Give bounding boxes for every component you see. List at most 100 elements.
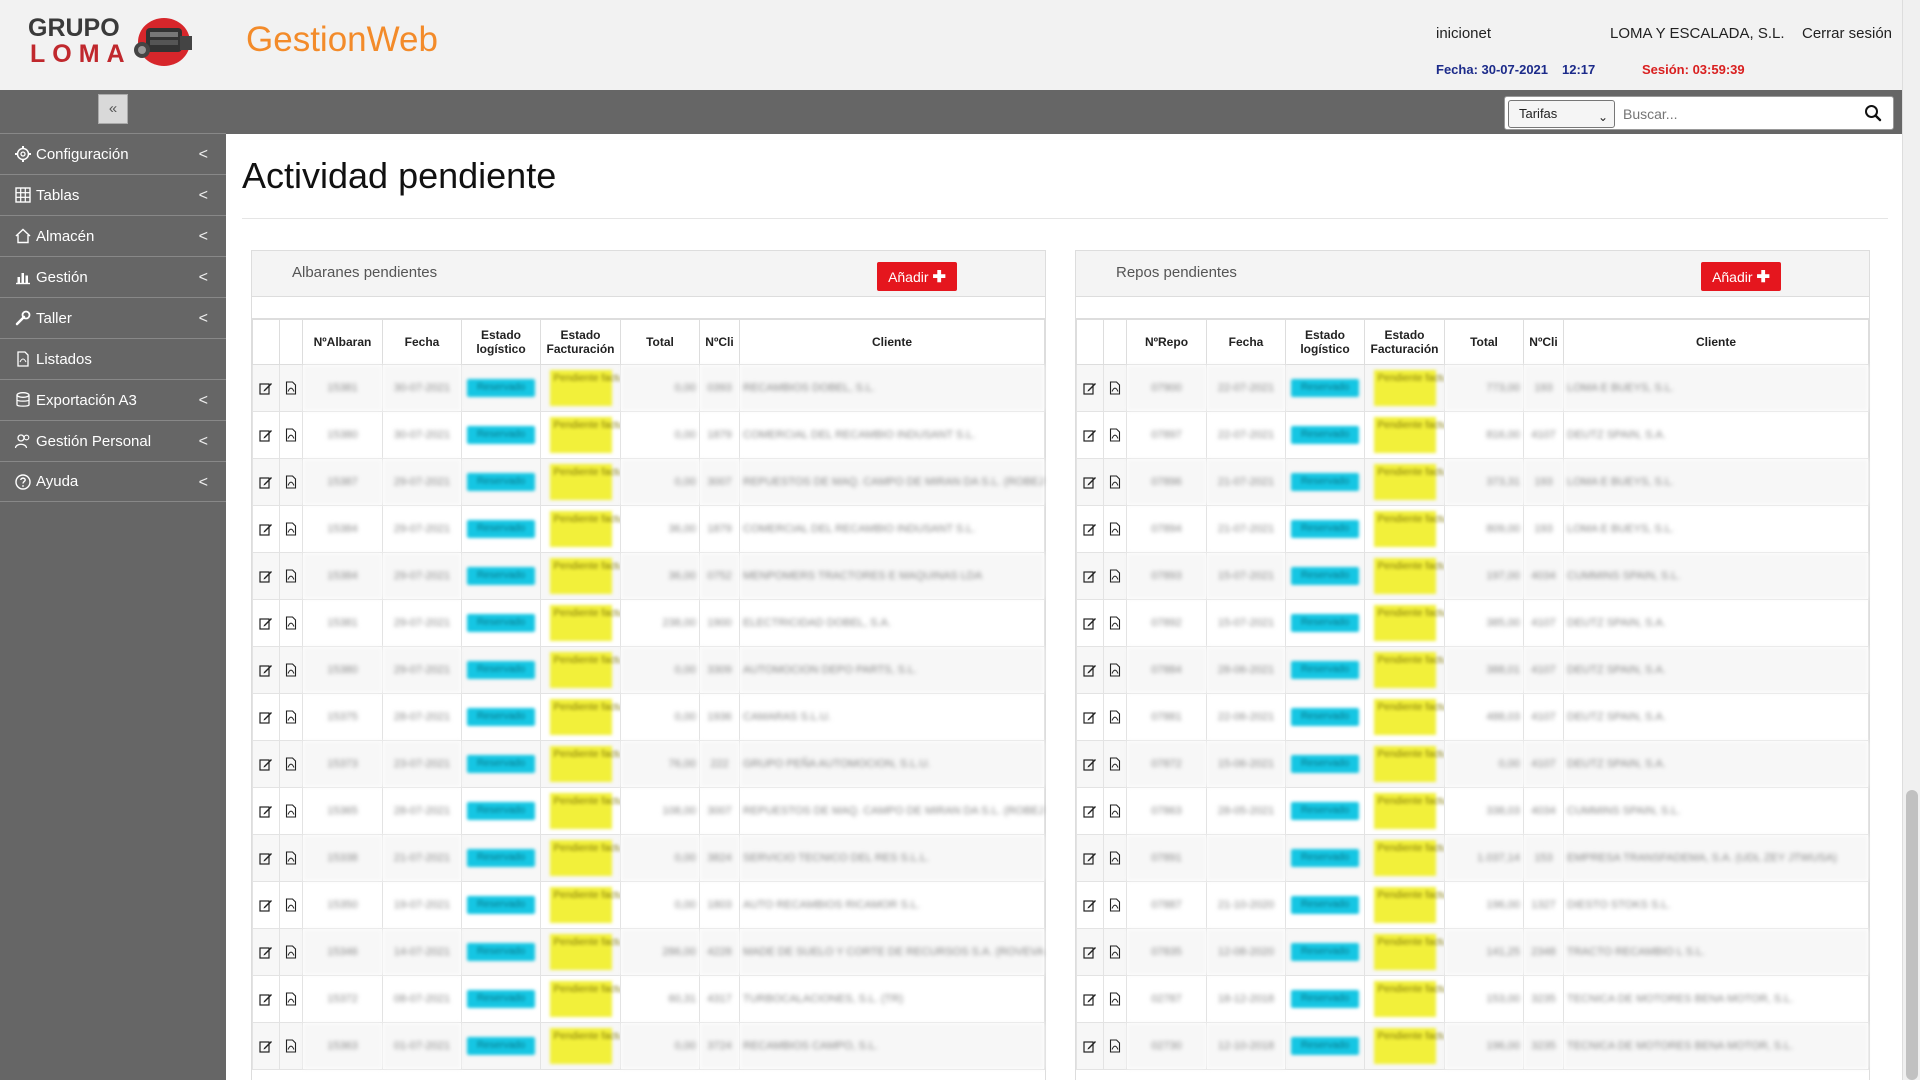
pdf-cell[interactable] (279, 458, 303, 506)
pdf-cell[interactable] (1103, 834, 1127, 882)
col-header[interactable]: NºCli (1523, 319, 1564, 365)
pdf-cell[interactable] (1103, 364, 1127, 412)
edit-cell[interactable] (1076, 552, 1104, 600)
pdf-cell[interactable] (279, 646, 303, 694)
pdf-cell[interactable] (279, 834, 303, 882)
table-row[interactable]: 0783512-08-2020 Reservado Pendiente factur… (1076, 928, 1869, 976)
col-header[interactable]: Estado Facturación (1364, 319, 1445, 365)
edit-cell[interactable] (252, 693, 280, 741)
pdf-cell[interactable] (279, 505, 303, 553)
pdf-cell[interactable] (1103, 928, 1127, 976)
col-header[interactable]: NºAlbaran (302, 319, 383, 365)
col-header[interactable]: Total (1444, 319, 1524, 365)
edit-cell[interactable] (1076, 458, 1104, 506)
edit-cell[interactable] (1076, 787, 1104, 835)
table-row[interactable]: 0788428-06-2021 Reservado Pendiente factur… (1076, 646, 1869, 694)
edit-cell[interactable] (252, 599, 280, 647)
edit-cell[interactable] (1076, 411, 1104, 459)
table-row[interactable]: 1538030-07-2021 Reservado Pendiente factur… (252, 411, 1045, 459)
sidebar-collapse-button[interactable]: « (98, 94, 128, 124)
pdf-cell[interactable] (1103, 740, 1127, 788)
table-row[interactable]: 0273012-10-2018 Reservado Pendiente factur… (1076, 1022, 1869, 1070)
sidebar-item-almacen[interactable]: Almacén < (0, 215, 226, 256)
add-albaran-button[interactable]: Añadir ✚ (877, 262, 957, 291)
col-header[interactable]: Cliente (739, 319, 1045, 365)
table-row[interactable]: 1538130-07-2021 Reservado Pendiente factur… (252, 364, 1045, 412)
sidebar-item-ayuda[interactable]: Ayuda < (0, 461, 226, 502)
logout-link[interactable]: Cerrar sesión (1802, 25, 1892, 42)
edit-cell[interactable] (1076, 1022, 1104, 1070)
table-row[interactable]: 1538729-07-2021 Reservado Pendiente factur… (252, 458, 1045, 506)
col-header[interactable]: Estado Facturación (540, 319, 621, 365)
edit-cell[interactable] (252, 928, 280, 976)
edit-cell[interactable] (1076, 693, 1104, 741)
col-header[interactable]: Estado logístico (1285, 319, 1365, 365)
sidebar-item-tablas[interactable]: Tablas < (0, 174, 226, 215)
pdf-cell[interactable] (279, 881, 303, 929)
edit-cell[interactable] (252, 787, 280, 835)
table-row[interactable]: 0790022-07-2021 Reservado Pendiente factur… (1076, 364, 1869, 412)
pdf-cell[interactable] (279, 740, 303, 788)
pdf-cell[interactable] (279, 364, 303, 412)
edit-cell[interactable] (1076, 881, 1104, 929)
table-row[interactable]: 1535019-07-2021 Reservado Pendiente factur… (252, 881, 1045, 929)
pdf-cell[interactable] (279, 411, 303, 459)
edit-cell[interactable] (1076, 834, 1104, 882)
add-repo-button[interactable]: Añadir ✚ (1701, 262, 1781, 291)
edit-cell[interactable] (1076, 599, 1104, 647)
edit-cell[interactable] (252, 975, 280, 1023)
sidebar-item-exportacion-a3[interactable]: Exportación A3 < (0, 379, 226, 420)
pdf-cell[interactable] (279, 599, 303, 647)
edit-cell[interactable] (252, 552, 280, 600)
pdf-cell[interactable] (1103, 787, 1127, 835)
edit-cell[interactable] (1076, 505, 1104, 553)
col-header[interactable]: Estado logístico (461, 319, 541, 365)
pdf-cell[interactable] (1103, 411, 1127, 459)
col-header[interactable]: NºCli (699, 319, 740, 365)
pdf-cell[interactable] (1103, 458, 1127, 506)
col-header[interactable]: Fecha (382, 319, 462, 365)
table-row[interactable]: 0787215-06-2021 Reservado Pendiente factur… (1076, 740, 1869, 788)
sidebar-item-taller[interactable]: Taller < (0, 297, 226, 338)
table-row[interactable]: 0789722-07-2021 Reservado Pendiente factur… (1076, 411, 1869, 459)
edit-cell[interactable] (1076, 364, 1104, 412)
col-header[interactable]: Total (620, 319, 700, 365)
edit-cell[interactable] (252, 834, 280, 882)
table-row[interactable]: 1537323-07-2021 Reservado Pendiente factur… (252, 740, 1045, 788)
pdf-cell[interactable] (1103, 646, 1127, 694)
scrollbar-thumb[interactable] (1906, 790, 1918, 1080)
edit-cell[interactable] (252, 364, 280, 412)
table-row[interactable]: 1538429-07-2021 Reservado Pendiente factur… (252, 552, 1045, 600)
edit-cell[interactable] (252, 505, 280, 553)
table-row[interactable]: 0788122-06-2021 Reservado Pendiente factur… (1076, 693, 1869, 741)
category-select[interactable]: Tarifas ⌄ (1508, 100, 1615, 128)
table-row[interactable]: 07891 Reservado Pendiente facturar1.037,14… (1076, 834, 1869, 882)
table-row[interactable]: 0278718-12-2018 Reservado Pendiente factur… (1076, 975, 1869, 1023)
sidebar-item-gestion-personal[interactable]: Gestión Personal < (0, 420, 226, 461)
pdf-cell[interactable] (1103, 881, 1127, 929)
pdf-cell[interactable] (1103, 599, 1127, 647)
sidebar-item-gestion[interactable]: Gestión < (0, 256, 226, 297)
table-row[interactable]: 1534614-07-2021 Reservado Pendiente factur… (252, 928, 1045, 976)
col-header[interactable]: Fecha (1206, 319, 1286, 365)
edit-cell[interactable] (1076, 646, 1104, 694)
table-row[interactable]: 1538029-07-2021 Reservado Pendiente factur… (252, 646, 1045, 694)
table-row[interactable]: 1537208-07-2021 Reservado Pendiente factur… (252, 975, 1045, 1023)
pdf-cell[interactable] (279, 787, 303, 835)
table-row[interactable]: 0789621-07-2021 Reservado Pendiente factur… (1076, 458, 1869, 506)
grupo-loma-logo[interactable]: GRUPO LOMA (28, 12, 200, 74)
table-row[interactable]: 1538429-07-2021 Reservado Pendiente factur… (252, 505, 1045, 553)
edit-cell[interactable] (252, 411, 280, 459)
pdf-cell[interactable] (1103, 975, 1127, 1023)
pdf-cell[interactable] (279, 1022, 303, 1070)
pdf-cell[interactable] (1103, 1022, 1127, 1070)
table-row[interactable]: 1538129-07-2021 Reservado Pendiente factur… (252, 599, 1045, 647)
col-header[interactable]: Cliente (1563, 319, 1869, 365)
table-row[interactable]: 0788721-10-2020 Reservado Pendiente factur… (1076, 881, 1869, 929)
sidebar-item-listados[interactable]: Listados (0, 338, 226, 379)
pdf-cell[interactable] (1103, 552, 1127, 600)
table-row[interactable]: 0789215-07-2021 Reservado Pendiente factur… (1076, 599, 1869, 647)
table-row[interactable]: 1537528-07-2021 Reservado Pendiente factur… (252, 693, 1045, 741)
table-row[interactable]: 1536301-07-2021 Reservado Pendiente factur… (252, 1022, 1045, 1070)
table-row[interactable]: 0786328-05-2021 Reservado Pendiente factur… (1076, 787, 1869, 835)
